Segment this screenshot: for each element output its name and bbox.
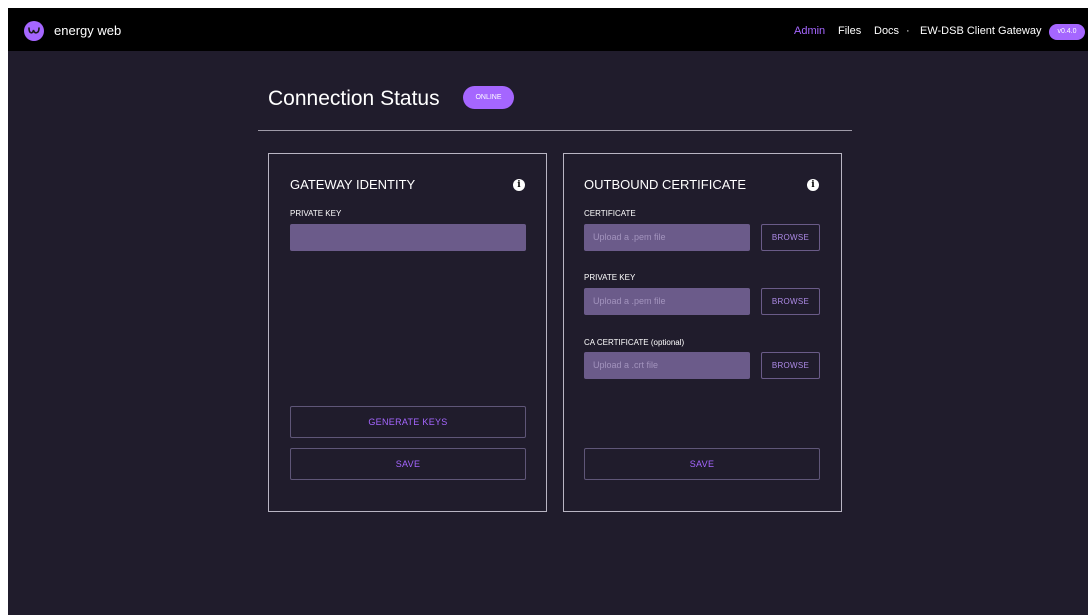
energy-web-logo-icon[interactable] [24, 21, 44, 41]
certificate-input[interactable]: Upload a .pem file [584, 224, 750, 251]
save-button[interactable]: SAVE [584, 448, 820, 480]
app-window: energy web Admin Files Docs · EW-DSB Cli… [8, 8, 1088, 615]
brand-name[interactable]: energy web [54, 21, 121, 41]
private-key-input[interactable]: Upload a .pem file [584, 288, 750, 315]
ca-certificate-label: CA CERTIFICATE (optional) [584, 338, 685, 347]
nav-docs[interactable]: Docs [874, 21, 899, 41]
private-key-label: PRIVATE KEY [290, 209, 342, 218]
gateway-identity-card: GATEWAY IDENTITY i PRIVATE KEY GENERATE … [268, 153, 547, 512]
private-key-input[interactable] [290, 224, 526, 251]
private-key-label: PRIVATE KEY [584, 273, 636, 282]
card-title-gateway-identity: GATEWAY IDENTITY [290, 177, 416, 192]
browse-private-key-button[interactable]: BROWSE [761, 288, 820, 315]
outbound-certificate-card: OUTBOUND CERTIFICATE i CERTIFICATE Uploa… [563, 153, 842, 512]
nav-gateway-name: EW-DSB Client Gateway [920, 25, 1042, 37]
status-badge: ONLINE [463, 86, 514, 109]
browse-certificate-button[interactable]: BROWSE [761, 224, 820, 251]
nav-files[interactable]: Files [838, 21, 861, 41]
nav-admin[interactable]: Admin [794, 21, 825, 41]
ca-certificate-input[interactable]: Upload a .crt file [584, 352, 750, 379]
top-bar: energy web Admin Files Docs · EW-DSB Cli… [8, 8, 1088, 51]
save-button[interactable]: SAVE [290, 448, 526, 480]
divider [258, 130, 852, 131]
generate-keys-button[interactable]: GENERATE KEYS [290, 406, 526, 438]
browse-ca-certificate-button[interactable]: BROWSE [761, 352, 820, 379]
info-icon[interactable]: i [513, 179, 525, 191]
page-title: Connection Status [268, 87, 440, 110]
nav-separator: · [906, 25, 910, 37]
card-title-outbound-certificate: OUTBOUND CERTIFICATE [584, 177, 747, 192]
certificate-label: CERTIFICATE [584, 209, 636, 218]
info-icon[interactable]: i [807, 179, 819, 191]
version-badge: v0.4.0 [1049, 24, 1085, 40]
